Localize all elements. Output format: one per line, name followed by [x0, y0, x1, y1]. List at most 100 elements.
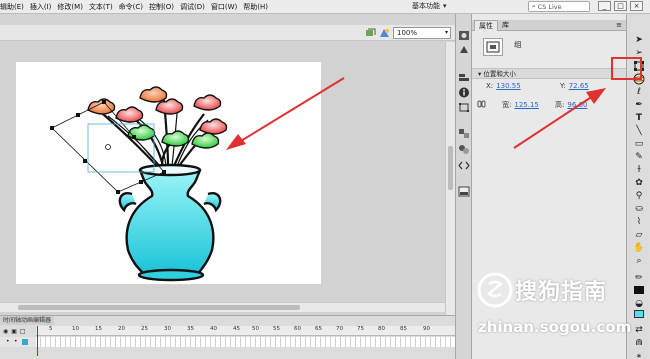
menu-bar: 辑助(E) 插入(I) 修改(M) 文本(T) 命令(C) 控制(O) 调试(D… [0, 0, 650, 14]
menu-modify[interactable]: 修改(M) [54, 2, 86, 12]
section-title: 位置和大小 [483, 70, 516, 78]
chevron-down-icon: ▾ [443, 2, 447, 10]
lasso-tool-icon[interactable]: ℓ [633, 86, 645, 98]
pen-tool-icon[interactable]: ✒ [633, 99, 645, 111]
timeline-panel: 时间轴动画编辑器 ◉ ▣ □ 5 10 15 20 25 30 35 40 45… [0, 315, 455, 359]
menu-text[interactable]: 文本(T) [86, 2, 116, 12]
panel-menu-icon[interactable]: ≡ [616, 21, 622, 29]
menu-commands[interactable]: 命令(C) [116, 2, 146, 12]
position-size-section[interactable]: ▾ 位置和大小 [472, 68, 626, 79]
deco-tool-icon[interactable]: ✿ [633, 177, 645, 189]
scroll-thumb[interactable] [18, 305, 300, 310]
chevron-down-icon: ▾ [478, 70, 482, 78]
components-icon[interactable] [458, 128, 470, 139]
cs-live-button[interactable]: ⌕ CS Live [528, 1, 590, 12]
zoom-value: 100% [397, 29, 418, 37]
layer-lock-dot[interactable]: • [14, 338, 18, 345]
menu-insert[interactable]: 插入(I) [27, 2, 55, 12]
main-menu: 辑助(E) 插入(I) 修改(M) 文本(T) 命令(C) 控制(O) 调试(D… [0, 0, 271, 14]
lock-icon[interactable]: ▣ [11, 328, 17, 335]
annotation-arrow-stage [226, 77, 345, 150]
zoom-select[interactable]: 100% ▾ [393, 27, 451, 39]
restore-button[interactable]: □ [614, 1, 627, 11]
menu-help[interactable]: 帮助(H) [240, 2, 271, 12]
frame-ruler[interactable]: 5 10 15 20 25 30 35 40 45 50 55 60 65 70… [36, 326, 455, 336]
panel-tabs: 属性 库 ≡ [472, 20, 626, 31]
eraser-tool-icon[interactable]: ▱ [633, 229, 645, 241]
cs-live-label: CS Live [537, 2, 562, 11]
window-controls: _ □ × [598, 1, 643, 11]
bone-tool-icon[interactable]: ⚲ [633, 190, 645, 202]
frame-number: 25 [141, 326, 148, 332]
pencil-tool-icon[interactable]: ✎ [633, 151, 645, 163]
frame-number: 35 [187, 326, 194, 332]
tab-properties[interactable]: 属性 [474, 20, 498, 31]
line-tool-icon[interactable]: ╲ [633, 125, 645, 137]
code-snippets-icon[interactable] [458, 160, 470, 171]
text-tool-icon[interactable]: T [633, 112, 645, 124]
edit-bar: 100% ▾ [0, 25, 455, 41]
timeline-tab[interactable]: 时间轴动画编辑器 [0, 316, 55, 325]
workspace-switcher[interactable]: 基本功能 ▾ [412, 1, 447, 11]
panel-icon-strip [455, 14, 472, 359]
info-icon[interactable] [458, 87, 470, 98]
eyedropper-tool-icon[interactable]: ⌇ [633, 216, 645, 228]
frame-number: 60 [294, 326, 301, 332]
edit-scene-icon[interactable] [379, 28, 390, 38]
rectangle-tool-icon[interactable]: ▭ [633, 138, 645, 150]
edit-symbol-icon[interactable] [365, 28, 376, 38]
motion-presets-icon[interactable] [458, 144, 470, 155]
options-icon[interactable]: ∗ [633, 350, 645, 359]
frame-number: 5 [49, 326, 53, 332]
transform-icon[interactable] [458, 102, 470, 113]
frame-number: 30 [164, 326, 171, 332]
layer-visible-dot[interactable]: • [6, 338, 10, 345]
color-icon[interactable] [458, 44, 470, 55]
layer-outline-swatch[interactable] [22, 339, 28, 345]
frame-number: 50 [252, 326, 259, 332]
frame-number: 90 [423, 326, 430, 332]
frame-cells[interactable] [36, 337, 455, 347]
work-area[interactable] [0, 42, 447, 315]
frame-number: 80 [378, 326, 385, 332]
hand-tool-icon[interactable]: ✋ [633, 242, 645, 254]
layer-row[interactable]: • • [0, 337, 36, 347]
horizontal-scrollbar[interactable] [0, 302, 445, 312]
instance-type: 组 [514, 40, 522, 49]
align-icon[interactable] [458, 72, 470, 83]
frame-number: 85 [400, 326, 407, 332]
scroll-thumb[interactable] [448, 146, 453, 190]
highlight-box [611, 57, 642, 80]
outline-icon[interactable]: □ [20, 328, 26, 335]
frame-number: 20 [118, 326, 125, 332]
frame-number: 75 [357, 326, 364, 332]
frame-number: 15 [95, 326, 102, 332]
instance-type-icon [483, 38, 503, 56]
actions-icon[interactable] [458, 30, 470, 41]
x-label: X: [486, 82, 494, 90]
menu-control[interactable]: 控制(O) [146, 2, 177, 12]
close-button[interactable]: × [630, 1, 643, 11]
watermark-brand: 搜狗指南 [515, 280, 608, 305]
playhead[interactable] [37, 326, 38, 356]
frame-number: 65 [315, 326, 322, 332]
brush-tool-icon[interactable]: ɫ [633, 164, 645, 176]
menu-debug[interactable]: 调试(D) [177, 2, 208, 12]
link-icon[interactable] [477, 100, 486, 108]
vertical-scrollbar[interactable] [445, 42, 455, 315]
menu-edit[interactable]: 辑助(E) [0, 2, 27, 12]
watermark-url: zhinan.sogou.com [478, 318, 632, 336]
output-icon[interactable] [458, 186, 470, 197]
paint-bucket-tool-icon[interactable]: ⛀ [633, 203, 645, 215]
minimize-button[interactable]: _ [598, 1, 611, 11]
eye-icon[interactable]: ◉ [3, 328, 8, 335]
chevron-down-icon: ▾ [444, 29, 448, 36]
selection-tool-icon[interactable]: ➤ [633, 34, 645, 46]
menu-window[interactable]: 窗口(W) [208, 2, 240, 12]
annotation-arrow-panel [513, 88, 606, 149]
tab-library[interactable]: 库 [498, 20, 513, 31]
search-icon: ⌕ [532, 2, 536, 10]
frame-number: 10 [72, 326, 79, 332]
frame-number: 45 [233, 326, 240, 332]
workspace-label: 基本功能 [412, 2, 440, 10]
